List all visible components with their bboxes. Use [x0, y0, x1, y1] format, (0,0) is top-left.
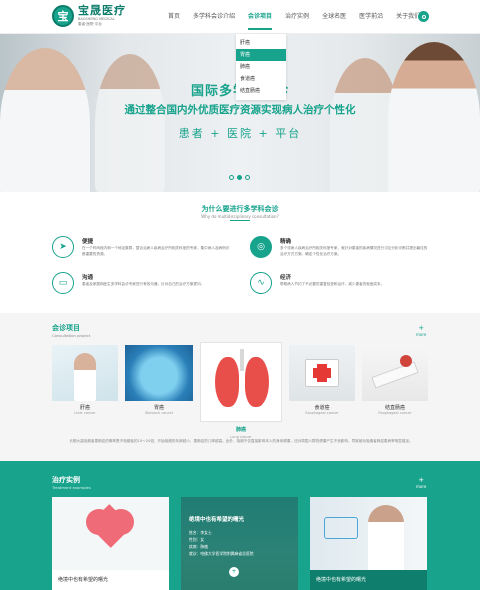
card-en: Stomach cancer [144, 411, 174, 415]
doctor-image [388, 42, 480, 192]
logo[interactable]: 宝 宝晟医疗 BAOSHENG MEDICAL 患者·医院·平台 [52, 5, 126, 27]
feature-convenient: ➤ 便捷 在一个时间段内和一个地址集群，整合治病人疾病治疗所相关科室的专家，集中… [52, 236, 232, 266]
feature-title: 经济 [280, 275, 292, 281]
treatment-title: 治疗实例 [52, 476, 80, 484]
card-image [310, 497, 427, 571]
treatment-caption: 绝境中也有希望的曙光 [52, 570, 169, 590]
dropdown-item-esophageal[interactable]: 食道癌 [236, 73, 286, 85]
slider-dot-active[interactable] [237, 175, 242, 180]
card-en: Liver cancer [74, 411, 96, 415]
treatment-section: 治疗实例 Treatment examples + more 绝境中也有希望的曙… [0, 461, 480, 590]
nav-item-about[interactable]: 关于我们 [396, 10, 420, 30]
consult-dropdown-menu: 肝癌 胃癌 肺癌 食道癌 结直肠癌 [236, 34, 286, 100]
consult-description: 长期大量吸烟者患肺癌的概率是不吸烟者的10～20倍，开始吸烟的年龄越小，患肺癌的… [69, 439, 413, 443]
slider-dot[interactable] [245, 175, 250, 180]
heartbeat-icon: ∿ [250, 272, 272, 294]
why-section-title: 为什么要进行多学科会诊 [201, 205, 279, 213]
feature-text: 帮助病人节约了不必要的重复检查和治疗，减少患者的就医成本。 [280, 282, 385, 286]
consult-card-colorectal[interactable]: 结直肠癌 Esophageal cancer [362, 345, 428, 415]
consult-card-stomach[interactable]: 胃癌 Stomach cancer [125, 345, 193, 415]
target-icon: ◎ [250, 236, 272, 258]
dropdown-item-stomach[interactable]: 胃癌 [236, 49, 286, 61]
card-en: Esophageal cancer [378, 411, 412, 415]
plus-icon: + [418, 324, 425, 332]
nav-item-mdt-intro[interactable]: 多学科会诊介绍 [193, 10, 235, 30]
info-line: 性别：女 [189, 537, 205, 542]
nav-item-global-doctors[interactable]: 全球名医 [322, 10, 346, 30]
consult-title: 会诊项目 [52, 324, 80, 332]
consult-subtitle: Consultation project [52, 333, 91, 338]
consult-section: 会诊项目 Consultation project + more 肝癌 Live… [0, 313, 480, 461]
hero-tagline: 患者 + 医院 + 平台 [178, 127, 302, 140]
card-image [289, 345, 355, 401]
feature-title: 便捷 [82, 239, 94, 245]
card-name: 食道癌 [314, 405, 330, 411]
dropdown-item-colorectal[interactable]: 结直肠癌 [236, 85, 286, 97]
consult-card-esophageal[interactable]: 食道癌 Esophageal cancer [289, 345, 355, 415]
card-name: 肝癌 [79, 405, 90, 411]
feature-text: 多个流病人疾病治疗所相关科室专家，就针对患者的疾病情况进行讨论分析诊断并提出最佳… [280, 246, 428, 256]
feature-title: 精确 [280, 239, 292, 245]
feature-text: 患者及家属和医生多学科会诊专家进行有效沟通，针对自己的治疗方案提问。 [82, 282, 205, 286]
logo-name: 宝晟医疗 [78, 4, 126, 18]
nav-item-home[interactable]: 首页 [168, 10, 180, 30]
treatment-info-overlay: 绝境中也有希望的曙光 姓名：李女士 性别：女 疾病：肺癌 就诊：哈佛大学医学院附… [181, 497, 298, 590]
nav-item-medical-frontier[interactable]: 医学前沿 [359, 10, 383, 30]
treatment-card-hover[interactable]: 绝境中也有希望的曙光 姓名：李女士 性别：女 疾病：肺癌 就诊：哈佛大学医学院附… [181, 497, 298, 590]
info-line: 疾病：肺癌 [189, 544, 208, 549]
dropdown-item-liver[interactable]: 肝癌 [236, 37, 286, 49]
treatment-card[interactable]: 绝境中也有希望的曙光 [310, 497, 427, 590]
card-image [362, 345, 428, 401]
card-image [125, 345, 193, 401]
feature-text: 在一个时间段内和一个地址集群，整合治病人疾病治疗所相关科室的专家，集中病人及病例… [82, 246, 230, 256]
slider-dot[interactable] [229, 175, 234, 180]
hero-subtitle: 通过整合国内外优质医疗资源实现病人治疗个性化 [124, 104, 356, 116]
info-line: 姓名：李女士 [189, 530, 212, 535]
card-name: 肺癌 [235, 427, 246, 433]
treatment-subtitle: Treatment examples [52, 485, 91, 490]
main-nav: 首页 多学科会诊介绍 会诊项目 治疗实例 全球名医 医学前沿 关于我们 [168, 10, 433, 30]
card-image [200, 342, 282, 422]
plus-icon: + [418, 476, 425, 484]
info-title: 绝境中也有希望的曙光 [189, 517, 245, 523]
feature-economy: ∿ 经济 帮助病人节约了不必要的重复检查和治疗，减少患者的就医成本。 [250, 272, 430, 302]
treatment-more-link[interactable]: + more [416, 476, 426, 490]
search-icon[interactable] [418, 11, 429, 22]
consult-card-lung[interactable]: 肺癌 Lung cancer [200, 342, 282, 439]
doctor-image [95, 54, 165, 192]
doctor-image [0, 48, 90, 192]
card-en: Esophageal cancer [305, 411, 339, 415]
divider [230, 220, 250, 221]
card-image [52, 345, 118, 401]
feature-communication: ▭ 沟通 患者及家属和医生多学科会诊专家进行有效沟通，针对自己的治疗方案提问。 [52, 272, 232, 302]
site-header: 宝 宝晟医疗 BAOSHENG MEDICAL 患者·医院·平台 首页 多学科会… [0, 0, 480, 34]
card-name: 胃癌 [153, 405, 164, 411]
treatment-card[interactable]: 绝境中也有希望的曙光 [52, 497, 169, 590]
feature-title: 沟通 [82, 275, 94, 281]
treatment-caption: 绝境中也有希望的曙光 [310, 570, 427, 590]
nav-item-consult-projects[interactable]: 会诊项目 [248, 10, 273, 30]
page: 宝 宝晟医疗 BAOSHENG MEDICAL 患者·医院·平台 首页 多学科会… [0, 0, 480, 590]
feature-precise: ◎ 精确 多个流病人疾病治疗所相关科室专家，就针对患者的疾病情况进行讨论分析诊断… [250, 236, 430, 266]
consult-more-link[interactable]: + more [416, 324, 426, 338]
logo-mark-icon: 宝 [52, 5, 74, 27]
why-section-subtitle: Why do multidisciplinary consultation? [201, 214, 279, 219]
consult-card-liver[interactable]: 肝癌 Liver cancer [52, 345, 118, 415]
chat-icon: ▭ [52, 272, 74, 294]
dropdown-item-lung[interactable]: 肺癌 [236, 61, 286, 73]
view-detail-button[interactable]: + [229, 567, 239, 577]
paper-plane-icon: ➤ [52, 236, 74, 258]
info-line: 就诊：哈佛大学医学院附属麻省总医院 [189, 551, 254, 556]
card-image [52, 497, 169, 570]
slider-dots [229, 175, 253, 180]
card-name: 结直肠癌 [384, 405, 405, 411]
logo-slogan: 患者·医院·平台 [78, 21, 102, 26]
nav-item-treatment-cases[interactable]: 治疗实例 [285, 10, 309, 30]
